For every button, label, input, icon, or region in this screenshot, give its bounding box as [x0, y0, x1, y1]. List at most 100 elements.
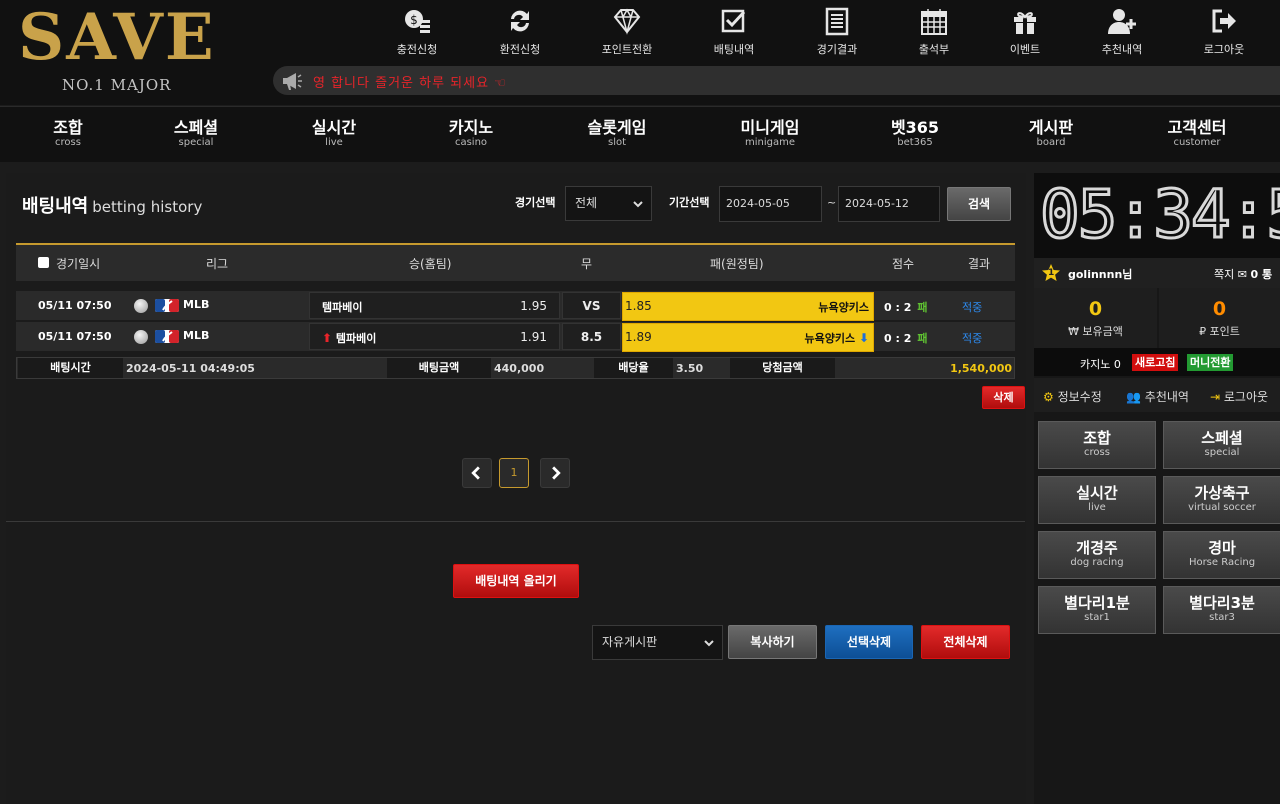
row-score: 0 : 2 패 — [884, 299, 928, 315]
points-stat: 0 ₽ 포인트 — [1159, 288, 1280, 348]
topnav-deposit[interactable]: $ 충전신청 — [367, 6, 467, 58]
away-team-name: 뉴욕양키스 ⬇ — [804, 330, 869, 346]
user-info-bar: 1 golinnnn님 쪽지 ✉ 0 통 — [1034, 258, 1280, 288]
copy-button[interactable]: 복사하기 — [728, 625, 817, 659]
page-1-button[interactable]: 1 — [499, 458, 529, 488]
score-value: 0 : 2 — [884, 301, 912, 314]
select-all-checkbox[interactable] — [38, 257, 49, 268]
mainnav-casino[interactable]: 카지노 casino — [411, 118, 531, 148]
game-sublabel: live — [1088, 502, 1106, 513]
refresh-button[interactable]: 새로고침 — [1132, 354, 1179, 371]
topnav-withdraw[interactable]: 환전신청 — [470, 6, 570, 58]
topnav-attendance[interactable]: 출석부 — [884, 6, 984, 58]
bet-time-value: 2024-05-11 04:49:05 — [126, 362, 255, 375]
board-select[interactable]: 자유게시판 — [592, 625, 723, 660]
mainnav-board[interactable]: 게시판 board — [991, 118, 1111, 148]
document-list-icon — [825, 7, 849, 36]
notice-ticker: 영 합니다 즐거운 하루 되세요 ☜ — [273, 66, 1280, 95]
game-live-button[interactable]: 실시간 live — [1038, 476, 1156, 524]
referral-label: 추천내역 — [1144, 390, 1189, 404]
handicap-cell: 8.5 — [562, 323, 621, 350]
topnav-label: 이벤트 — [1009, 43, 1041, 56]
gift-icon — [1014, 12, 1036, 34]
topnav-bet-history[interactable]: 배팅내역 — [684, 6, 784, 58]
game-label: 가상축구 — [1194, 484, 1250, 502]
row-score: 0 : 2 패 — [884, 330, 928, 346]
game-select-value: 전체 — [575, 196, 598, 210]
topnav-label: 추천내역 — [1101, 43, 1143, 56]
logout-icon — [1212, 9, 1236, 33]
game-sublabel: star3 — [1209, 612, 1235, 623]
date-from-input[interactable]: 2024-05-05 — [719, 186, 822, 222]
calendar-icon — [921, 9, 947, 35]
mainnav-live[interactable]: 실시간 live — [274, 118, 394, 148]
clock-display: 05:34:53 — [1039, 175, 1280, 255]
game-sublabel: star1 — [1084, 612, 1110, 623]
search-button[interactable]: 검색 — [947, 187, 1011, 221]
messages-link[interactable]: 쪽지 ✉ 0 통 — [1214, 266, 1272, 282]
mainnav-bet365[interactable]: 벳365 bet365 — [855, 118, 975, 148]
casino-bar: 카지노 0 새로고침 머니전환 — [1034, 348, 1280, 376]
game-horse-racing-button[interactable]: 경마 Horse Racing — [1163, 531, 1280, 579]
mainnav-sublabel: bet365 — [897, 137, 933, 148]
money-convert-button[interactable]: 머니전환 — [1187, 354, 1234, 371]
win-amount-label: 당첨금액 — [730, 358, 835, 378]
chevron-left-icon — [471, 466, 480, 480]
game-sublabel: Horse Racing — [1188, 557, 1256, 568]
mainnav-sublabel: customer — [1173, 137, 1221, 148]
checkbox-icon — [721, 9, 746, 33]
coin-stack-icon: $ — [405, 10, 430, 33]
game-star1-button[interactable]: 별다리1분 star1 — [1038, 586, 1156, 634]
game-star3-button[interactable]: 별다리3분 star3 — [1163, 586, 1280, 634]
page-title-en: betting history — [92, 198, 203, 216]
delete-all-button[interactable]: 전체삭제 — [921, 625, 1010, 659]
topnav-event[interactable]: 이벤트 — [975, 6, 1075, 58]
away-team-name: 뉴욕양키스 — [818, 301, 869, 314]
mainnav-sublabel: live — [325, 137, 343, 148]
header: SAVE NO.1 MAJOR $ 충전신청 환전신청 포인트전환 배팅내역 경… — [0, 0, 1280, 105]
date-to-input[interactable]: 2024-05-12 — [838, 186, 940, 222]
topnav-point-convert[interactable]: 포인트전환 — [577, 6, 677, 58]
header-away: 패(원정팀) — [710, 257, 764, 271]
baseball-icon — [134, 299, 148, 313]
row-result: 적중 — [962, 301, 983, 314]
user-plus-icon — [1108, 9, 1136, 34]
game-select[interactable]: 전체 — [565, 186, 652, 221]
mainnav-cross[interactable]: 조합 cross — [8, 118, 128, 148]
mainnav-slot[interactable]: 슬롯게임 slot — [557, 118, 677, 148]
row-date: 05/11 07:50 — [38, 299, 112, 312]
edit-info-link[interactable]: ⚙ 정보수정 — [1043, 388, 1102, 405]
post-bet-history-button[interactable]: 배팅내역 올리기 — [453, 564, 579, 598]
delete-bet-button[interactable]: 삭제 — [982, 386, 1025, 409]
period-label: 기간선택 — [669, 196, 710, 209]
referral-link[interactable]: 👥 추천내역 — [1126, 388, 1189, 405]
arrow-up-icon: ⬆ — [322, 331, 333, 345]
delete-selected-button[interactable]: 선택삭제 — [825, 625, 913, 659]
row-date: 05/11 07:50 — [38, 330, 112, 343]
win-amount-value: 1,540,000 — [950, 362, 1012, 375]
balance-stat: 0 ₩ 보유금액 — [1034, 288, 1157, 348]
next-page-button[interactable] — [540, 458, 570, 488]
topnav-logout[interactable]: 로그아웃 — [1174, 6, 1274, 58]
logo[interactable]: SAVE — [18, 2, 216, 74]
logout-label: 로그아웃 — [1223, 390, 1269, 404]
mainnav-customer[interactable]: 고객센터 customer — [1137, 118, 1257, 148]
row-league: MLB — [183, 329, 210, 342]
row-league: MLB — [183, 298, 210, 311]
game-virtual-soccer-button[interactable]: 가상축구 virtual soccer — [1163, 476, 1280, 524]
game-special-button[interactable]: 스페셜 special — [1163, 421, 1280, 469]
casino-balance: 카지노 0 — [1080, 358, 1121, 371]
topnav-label: 경기결과 — [816, 43, 858, 56]
mainnav-minigame[interactable]: 미니게임 minigame — [710, 118, 830, 148]
game-label: 스페셜 — [1201, 429, 1243, 447]
mainnav-special[interactable]: 스페셜 special — [136, 118, 256, 148]
home-team-text: 템파베이 — [335, 332, 377, 345]
topnav-referral[interactable]: 추천내역 — [1072, 6, 1172, 58]
ticker-text: 영 합니다 즐거운 하루 되세요 ☜ — [313, 76, 507, 91]
prev-page-button[interactable] — [462, 458, 492, 488]
away-odds: 1.85 — [625, 299, 652, 313]
game-dog-racing-button[interactable]: 개경주 dog racing — [1038, 531, 1156, 579]
game-cross-button[interactable]: 조합 cross — [1038, 421, 1156, 469]
logout-link[interactable]: ⇥ 로그아웃 — [1210, 388, 1268, 405]
topnav-results[interactable]: 경기결과 — [787, 6, 887, 58]
